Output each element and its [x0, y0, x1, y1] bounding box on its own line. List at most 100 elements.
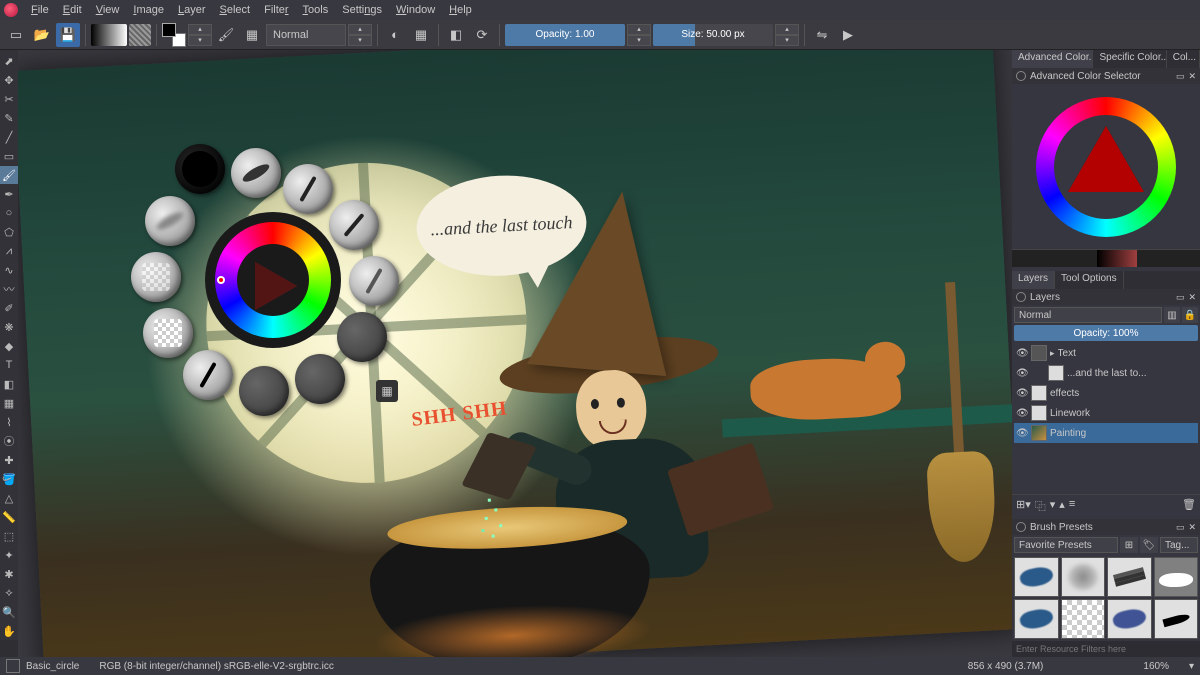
layer-blend-select[interactable]: Normal	[1014, 307, 1162, 323]
tool-brush[interactable]: 🖌	[0, 166, 18, 184]
layer-name[interactable]: Linework	[1050, 408, 1196, 419]
new-doc-icon[interactable]: ▭	[4, 23, 28, 47]
tab-specific-color[interactable]: Specific Color...	[1093, 50, 1166, 68]
blend-spin[interactable]: ▴▾	[348, 24, 372, 46]
layer-name[interactable]: Text	[1058, 348, 1196, 359]
brush-preset-icon[interactable]: 🖌	[214, 23, 238, 47]
tool-zoom[interactable]: 🔍	[0, 603, 18, 621]
visibility-icon[interactable]: 👁	[1016, 428, 1028, 439]
docker-close-icon[interactable]: ✕	[1188, 71, 1196, 82]
docker-collapse-icon[interactable]: ▭	[1176, 292, 1185, 303]
tool-line[interactable]: ╱	[0, 128, 18, 146]
visibility-icon[interactable]: 👁	[1016, 408, 1028, 419]
status-zoom[interactable]: 160%	[1143, 661, 1169, 672]
presets-view-icon[interactable]: ⊞	[1120, 537, 1138, 553]
preset-2[interactable]	[1061, 557, 1106, 597]
popup-settings-icon[interactable]: ▦	[376, 380, 398, 402]
preset-6[interactable]	[1061, 599, 1106, 639]
tool-deform[interactable]: ⌇	[0, 413, 18, 431]
docker-close-icon[interactable]: ✕	[1188, 522, 1196, 533]
open-icon[interactable]: 📂	[30, 23, 54, 47]
size-slider[interactable]: Size: 50.00 px	[653, 24, 773, 46]
presets-tag-icon[interactable]: 🏷	[1140, 537, 1158, 553]
delete-layer-icon[interactable]: 🗑	[1182, 498, 1196, 514]
menu-tools[interactable]: Tools	[296, 2, 336, 18]
menu-select[interactable]: Select	[213, 2, 258, 18]
visibility-icon[interactable]: 👁	[1016, 368, 1028, 379]
tool-polyline[interactable]: ⩘	[0, 242, 18, 260]
brush-grid-icon[interactable]: ▦	[240, 23, 264, 47]
preset-7[interactable]	[1107, 599, 1152, 639]
zoom-dropdown-icon[interactable]: ▾	[1189, 661, 1194, 672]
layer-row[interactable]: 👁Painting	[1014, 423, 1198, 443]
tool-text[interactable]: T	[0, 356, 18, 374]
menu-help[interactable]: Help	[442, 2, 479, 18]
menu-filter[interactable]: Filter	[257, 2, 295, 18]
layer-name[interactable]: effects	[1050, 388, 1196, 399]
canvas-viewport[interactable]: ...and the last touch SHH SHH ▦	[18, 50, 1012, 657]
float-icon[interactable]	[1016, 71, 1026, 81]
popup-palette[interactable]	[143, 150, 403, 410]
tab-advanced-color[interactable]: Advanced Color...	[1012, 50, 1093, 68]
tool-multibrush[interactable]: ❋	[0, 318, 18, 336]
tool-assistants[interactable]: △	[0, 489, 18, 507]
visibility-icon[interactable]: 👁	[1016, 388, 1028, 399]
preset-5[interactable]	[1014, 599, 1059, 639]
save-icon[interactable]: 💾	[56, 23, 80, 47]
popup-brush-9[interactable]	[183, 350, 233, 400]
tool-freehand[interactable]: ✎	[0, 109, 18, 127]
move-up-icon[interactable]: ▴	[1059, 498, 1065, 514]
blend-mode-select[interactable]: Normal	[266, 24, 346, 46]
advanced-color-selector[interactable]	[1012, 84, 1200, 249]
layer-row[interactable]: 👁 effects	[1014, 383, 1198, 403]
layer-name[interactable]: ...and the last to...	[1067, 368, 1196, 379]
presets-tag-select[interactable]: Tag...	[1160, 537, 1198, 553]
popup-brush-4[interactable]	[329, 200, 379, 250]
tool-bezier[interactable]: ∿	[0, 261, 18, 279]
tool-select-path[interactable]: ⟡	[0, 584, 18, 602]
layer-filter-icon[interactable]: ▥	[1164, 307, 1180, 323]
size-spin[interactable]: ▴▾	[775, 24, 799, 46]
popup-brush-8[interactable]	[239, 366, 289, 416]
popup-brush-10[interactable]	[143, 308, 193, 358]
tool-edit-shapes[interactable]: ◆	[0, 337, 18, 355]
move-down-icon[interactable]: ▾	[1050, 498, 1056, 514]
tab-tool-options[interactable]: Tool Options	[1055, 271, 1124, 289]
reload-icon[interactable]: ⟳	[470, 23, 494, 47]
pattern-preset[interactable]	[129, 24, 151, 46]
gradient-preset[interactable]	[91, 24, 127, 46]
popup-brush-6[interactable]	[337, 312, 387, 362]
menu-edit[interactable]: Edit	[56, 2, 89, 18]
preset-filter-input[interactable]: Enter Resource Filters here	[1012, 641, 1200, 657]
tab-col[interactable]: Col...	[1167, 50, 1200, 68]
expand-icon[interactable]: ▸	[1050, 348, 1055, 359]
swap-arrows[interactable]: ▴▾	[188, 24, 212, 46]
preset-1[interactable]	[1014, 557, 1059, 597]
layer-row[interactable]: 👁 ...and the last to...	[1014, 363, 1198, 383]
popup-brush-7[interactable]	[295, 354, 345, 404]
tool-pan[interactable]: ✋	[0, 622, 18, 640]
popup-color-triangle[interactable]	[255, 262, 297, 310]
tool-transform[interactable]: ⬈	[0, 52, 18, 70]
alpha-lock-icon[interactable]: ▦	[409, 23, 433, 47]
color-history-bar[interactable]	[1012, 249, 1200, 267]
tool-select-similar[interactable]: ✦	[0, 546, 18, 564]
visibility-icon[interactable]: 👁	[1016, 348, 1028, 359]
popup-brush-2[interactable]	[231, 148, 281, 198]
tool-fill[interactable]: 🪣	[0, 470, 18, 488]
layer-row[interactable]: 👁 ▸Text	[1014, 343, 1198, 363]
layer-lock-icon[interactable]: 🔒	[1182, 307, 1198, 323]
add-layer-icon[interactable]: ⊞▾	[1016, 498, 1031, 514]
tool-calligraphy[interactable]: ✒	[0, 185, 18, 203]
tool-color-picker[interactable]: ⦿	[0, 432, 18, 450]
popup-brush-11[interactable]	[131, 252, 181, 302]
color-triangle[interactable]	[1068, 126, 1144, 192]
docker-close-icon[interactable]: ✕	[1188, 292, 1196, 303]
docker-collapse-icon[interactable]: ▭	[1176, 71, 1185, 82]
popup-brush-1[interactable]	[175, 144, 225, 194]
tool-gradient[interactable]: ◧	[0, 375, 18, 393]
tool-polygon[interactable]: ⬠	[0, 223, 18, 241]
preset-3[interactable]	[1107, 557, 1152, 597]
float-icon[interactable]	[1016, 292, 1026, 302]
popup-brush-3[interactable]	[283, 164, 333, 214]
